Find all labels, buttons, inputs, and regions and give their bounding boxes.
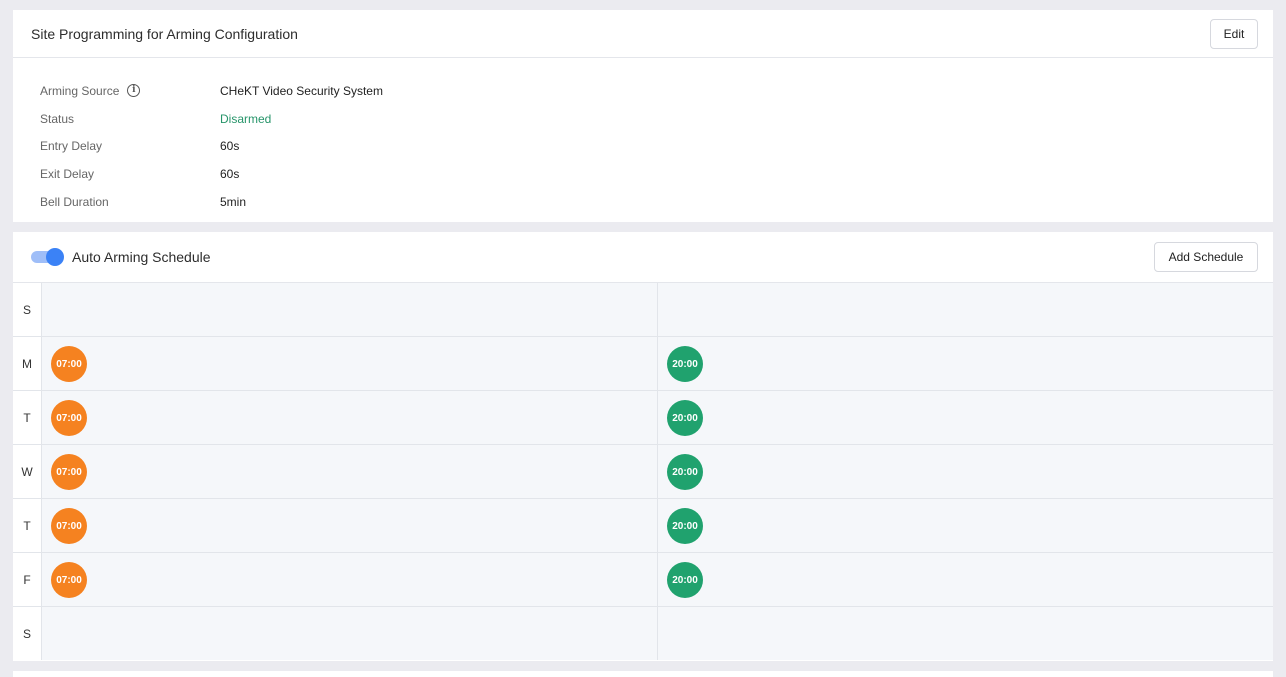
disarm-slot[interactable]: 20:00 [658, 445, 1273, 498]
disarm-time-badge[interactable]: 20:00 [667, 508, 703, 544]
disarm-slot[interactable]: 20:00 [658, 553, 1273, 606]
arming-source-label: Arming Source [40, 83, 120, 98]
day-label: W [13, 445, 42, 498]
schedule-row: S [13, 607, 1273, 660]
schedule-row: T 07:00 20:00 [13, 499, 1273, 553]
disarm-slot[interactable]: 20:00 [658, 391, 1273, 444]
bell-duration-value: 5min [220, 195, 247, 210]
disarm-slot[interactable] [658, 283, 1273, 336]
info-row-status: Status Disarmed [40, 105, 1273, 133]
day-label: T [13, 499, 42, 552]
entry-delay-label: Entry Delay [40, 139, 103, 154]
disarm-slot[interactable] [658, 607, 1273, 660]
arm-time-badge[interactable]: 07:00 [51, 508, 87, 544]
config-header: Site Programming for Arming Configuratio… [13, 10, 1273, 58]
arm-slot[interactable] [42, 607, 658, 660]
schedule-title: Auto Arming Schedule [72, 249, 211, 265]
day-label: T [13, 391, 42, 444]
schedule-grid: S M 07:00 20:00 T 07:00 20:00 W 07:00 20:00 T 07:00… [13, 283, 1273, 660]
schedule-row: S [13, 283, 1273, 337]
arm-slot[interactable]: 07:00 [42, 553, 658, 606]
arm-time-badge[interactable]: 07:00 [51, 454, 87, 490]
info-row-entry-delay: Entry Delay 60s [40, 133, 1273, 161]
disarm-time-badge[interactable]: 20:00 [667, 454, 703, 490]
status-label: Status [40, 111, 75, 126]
arm-time-badge[interactable]: 07:00 [51, 400, 87, 436]
arm-time-badge[interactable]: 07:00 [51, 562, 87, 598]
arm-slot[interactable]: 07:00 [42, 499, 658, 552]
day-label: M [13, 337, 42, 390]
schedule-row: F 07:00 20:00 [13, 553, 1273, 607]
info-row-bell-duration: Bell Duration 5min [40, 188, 1273, 216]
config-title: Site Programming for Arming Configuratio… [31, 25, 298, 42]
schedule-row: M 07:00 20:00 [13, 337, 1273, 391]
disarm-time-badge[interactable]: 20:00 [667, 346, 703, 382]
disarm-time-badge[interactable]: 20:00 [667, 562, 703, 598]
schedule-row: W 07:00 20:00 [13, 445, 1273, 499]
bell-duration-label: Bell Duration [40, 195, 109, 210]
disarm-time-badge[interactable]: 20:00 [667, 400, 703, 436]
arm-slot[interactable]: 07:00 [42, 445, 658, 498]
arm-slot[interactable]: 07:00 [42, 391, 658, 444]
add-schedule-button[interactable]: Add Schedule [1154, 242, 1258, 272]
arm-slot[interactable]: 07:00 [42, 337, 658, 390]
entry-delay-value: 60s [220, 139, 240, 154]
info-row-exit-delay: Exit Delay 60s [40, 160, 1273, 188]
disarm-slot[interactable]: 20:00 [658, 337, 1273, 390]
exit-delay-label: Exit Delay [40, 167, 95, 182]
day-label: S [13, 607, 42, 660]
next-card-edge [13, 671, 1273, 677]
auto-arming-schedule-card: Auto Arming Schedule Add Schedule S M 07:0… [13, 232, 1273, 661]
exit-delay-value: 60s [220, 167, 240, 182]
arm-time-badge[interactable]: 07:00 [51, 346, 87, 382]
auto-arming-toggle[interactable] [31, 248, 64, 266]
arm-slot[interactable] [42, 283, 658, 336]
day-label: F [13, 553, 42, 606]
toggle-knob [46, 248, 64, 266]
config-info-list: Arming Source i CHeKT Video Security Sys… [13, 58, 1273, 216]
day-label: S [13, 283, 42, 336]
info-row-arming-source: Arming Source i CHeKT Video Security Sys… [40, 77, 1273, 105]
arming-config-card: Site Programming for Arming Configuratio… [13, 10, 1273, 222]
status-value: Disarmed [220, 111, 272, 126]
schedule-row: T 07:00 20:00 [13, 391, 1273, 445]
arming-source-value: CHeKT Video Security System [220, 83, 383, 98]
schedule-header: Auto Arming Schedule Add Schedule [13, 232, 1273, 283]
info-icon[interactable]: i [127, 84, 141, 98]
edit-button[interactable]: Edit [1210, 18, 1258, 49]
disarm-slot[interactable]: 20:00 [658, 499, 1273, 552]
